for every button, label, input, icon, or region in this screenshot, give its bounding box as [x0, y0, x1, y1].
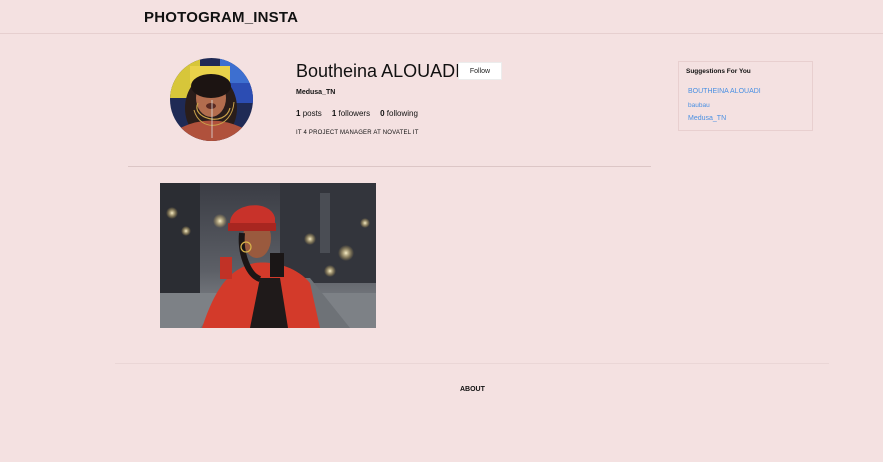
following-stat[interactable]: 0 following — [380, 109, 418, 118]
posts-stat[interactable]: 1 posts — [296, 109, 322, 118]
profile-divider — [128, 166, 651, 167]
followers-count: 1 — [331, 109, 337, 118]
profile-stats: 1 posts 1 followers 0 following — [296, 109, 418, 118]
posts-count: 1 — [296, 109, 301, 118]
followers-stat[interactable]: 1 followers — [332, 109, 370, 118]
top-navbar: PHOTOGRAM_INSTA — [0, 0, 883, 34]
about-link[interactable]: ABOUT — [460, 386, 485, 393]
profile-name: Boutheina ALOUADI — [296, 61, 461, 81]
post-thumbnail[interactable] — [160, 183, 376, 328]
following-count: 0 — [380, 109, 385, 118]
post-photo — [160, 183, 376, 328]
posts-label: posts — [302, 109, 322, 118]
followers-label: followers — [338, 109, 371, 118]
follow-button[interactable]: Follow — [458, 62, 502, 80]
suggestion-item[interactable]: Medusa_TN — [688, 115, 726, 122]
suggestion-item[interactable]: BOUTHEINA ALOUADI — [688, 88, 761, 95]
profile-bio: IT 4 PROJECT MANAGER AT NOVATEL IT — [296, 130, 419, 136]
suggestions-title: Suggestions For You — [686, 68, 751, 75]
avatar-photo — [170, 58, 253, 141]
suggestion-item[interactable]: baubau — [688, 102, 710, 109]
footer-divider — [115, 363, 829, 364]
profile-username: Medusa_TN — [296, 89, 336, 96]
following-label: following — [386, 109, 418, 118]
suggestions-panel: Suggestions For You BOUTHEINA ALOUADI ba… — [678, 61, 813, 131]
brand-logo[interactable]: PHOTOGRAM_INSTA — [144, 9, 298, 26]
avatar[interactable] — [170, 58, 253, 141]
